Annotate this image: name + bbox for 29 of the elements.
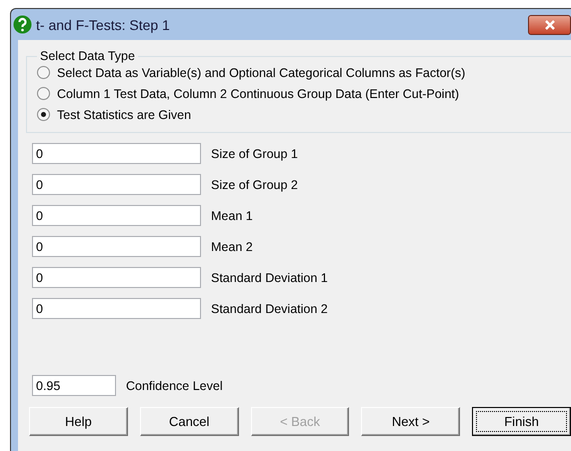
- radio-option[interactable]: Column 1 Test Data, Column 2 Continuous Group Data (Enter Cut-Point): [37, 84, 571, 103]
- input-field[interactable]: 0: [32, 298, 201, 319]
- window-title: t- and F-Tests: Step 1: [36, 16, 170, 32]
- field-label: Standard Deviation 2: [211, 302, 328, 316]
- field-label: Size of Group 1: [211, 146, 298, 160]
- dialog-button[interactable]: Cancel: [140, 407, 239, 436]
- field-label: Mean 2: [211, 240, 253, 254]
- input-field[interactable]: 0.95: [32, 375, 116, 396]
- dialog-button[interactable]: Finish: [472, 407, 571, 436]
- input-field[interactable]: 0: [32, 267, 201, 288]
- field-label: Confidence Level: [126, 378, 223, 392]
- radio-button[interactable]: [37, 66, 50, 79]
- field-label: Size of Group 2: [211, 178, 298, 192]
- radio-button[interactable]: [37, 87, 50, 100]
- input-field[interactable]: 0: [32, 236, 201, 257]
- field-label: Standard Deviation 1: [211, 270, 328, 284]
- dialog-button[interactable]: Next >: [361, 407, 460, 436]
- close-button[interactable]: [528, 14, 571, 34]
- field-label: Mean 1: [211, 208, 253, 222]
- close-icon: [544, 20, 554, 30]
- radio-button[interactable]: [37, 108, 50, 121]
- dialog-button[interactable]: Help: [29, 407, 128, 436]
- radio-option[interactable]: Test Statistics are Given: [37, 105, 571, 124]
- radio-option[interactable]: Select Data as Variable(s) and Optional Categorical Columns as Factor(s): [37, 63, 571, 82]
- input-field[interactable]: 0: [32, 143, 201, 164]
- input-field[interactable]: 0: [32, 174, 201, 195]
- group-title: Select Data Type: [39, 49, 136, 63]
- help-icon: [13, 15, 32, 34]
- input-field[interactable]: 0: [32, 205, 201, 226]
